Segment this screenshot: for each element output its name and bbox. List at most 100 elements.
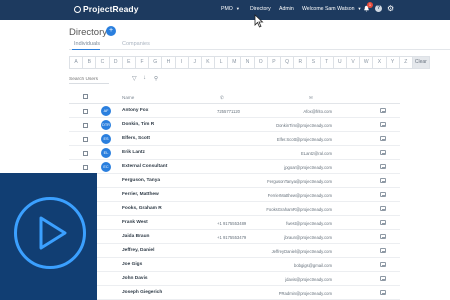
contact-email[interactable]: bobgigs@gmail.com bbox=[294, 263, 332, 268]
contact-email[interactable]: JeffreyDaniel@projectready.com bbox=[272, 249, 332, 254]
nav-directory[interactable]: Directory bbox=[250, 6, 271, 12]
table-row[interactable]: ES Elfers, Scott Elfer.Scott@projectready.… bbox=[69, 132, 400, 146]
table-row[interactable]: DTR Donkin, Tim R DonkinTim@projectready.c… bbox=[69, 118, 400, 132]
contact-name[interactable]: Ferguson, Tanya bbox=[122, 178, 160, 183]
alphabet-letter-m[interactable]: M bbox=[227, 56, 242, 69]
alphabet-letter-r[interactable]: R bbox=[293, 56, 308, 69]
alphabet-letter-p[interactable]: P bbox=[266, 56, 281, 69]
gear-icon[interactable]: ⚙ bbox=[387, 4, 394, 13]
column-header-name[interactable]: Name bbox=[122, 95, 134, 100]
video-overlay[interactable] bbox=[0, 173, 97, 300]
alphabet-letter-s[interactable]: S bbox=[306, 56, 321, 69]
alphabet-letter-b[interactable]: B bbox=[82, 56, 97, 69]
alphabet-letter-q[interactable]: Q bbox=[280, 56, 295, 69]
nav-pmo[interactable]: PMO ▼ bbox=[221, 6, 240, 12]
contact-email[interactable]: PRadmin@projectready.com bbox=[279, 291, 332, 296]
alphabet-letter-z[interactable]: Z bbox=[398, 56, 413, 69]
table-row[interactable]: Joseph Giegerich PRadmin@projectready.com bbox=[69, 286, 400, 300]
phone-column-icon[interactable]: ✆ bbox=[220, 95, 224, 101]
tab-individuals[interactable]: Individuals bbox=[74, 41, 100, 47]
help-icon[interactable]: ? bbox=[375, 5, 382, 12]
contact-name[interactable]: Fooks, Graham R bbox=[122, 206, 162, 211]
alphabet-letter-t[interactable]: T bbox=[319, 56, 334, 69]
alphabet-letter-k[interactable]: K bbox=[200, 56, 216, 69]
alphabet-letter-w[interactable]: W bbox=[359, 56, 374, 69]
contact-card-icon[interactable] bbox=[380, 178, 386, 183]
contact-name[interactable]: John Davis bbox=[122, 276, 148, 281]
contact-name[interactable]: Antony Fox bbox=[122, 108, 148, 113]
alphabet-letter-g[interactable]: G bbox=[148, 56, 163, 69]
alphabet-letter-f[interactable]: F bbox=[134, 56, 150, 69]
contact-card-icon[interactable] bbox=[380, 108, 386, 113]
contact-card-icon[interactable] bbox=[380, 192, 386, 197]
select-all-checkbox[interactable] bbox=[83, 94, 88, 99]
contact-card-icon[interactable] bbox=[380, 150, 386, 155]
alphabet-letter-v[interactable]: V bbox=[345, 56, 361, 69]
alphabet-letter-u[interactable]: U bbox=[332, 56, 347, 69]
row-checkbox[interactable] bbox=[83, 136, 88, 142]
contact-name[interactable]: Elfers, Scott bbox=[122, 136, 150, 141]
contact-email[interactable]: jbraun@projectready.com bbox=[284, 235, 332, 240]
table-row[interactable]: Ferrier, Matthew FerrierMatthew@projectre… bbox=[69, 188, 400, 202]
nav-user-menu[interactable]: Welcome Sam Watson ▼ bbox=[302, 6, 361, 12]
contact-email[interactable]: ELantz@ral.com bbox=[301, 151, 332, 156]
alphabet-letter-y[interactable]: Y bbox=[385, 56, 400, 69]
contact-card-icon[interactable] bbox=[380, 122, 386, 127]
row-checkbox[interactable] bbox=[83, 164, 88, 170]
alphabet-letter-o[interactable]: O bbox=[253, 56, 268, 69]
alphabet-letter-h[interactable]: H bbox=[161, 56, 176, 69]
search-input[interactable] bbox=[69, 76, 109, 84]
contact-card-icon[interactable] bbox=[380, 276, 386, 281]
contact-name[interactable]: Erik Lantz bbox=[122, 150, 145, 155]
row-checkbox[interactable] bbox=[83, 150, 88, 156]
table-row[interactable]: Fooks, Graham R FooksGrahamR@projectready… bbox=[69, 202, 400, 216]
alphabet-letter-c[interactable]: C bbox=[95, 56, 110, 69]
contact-card-icon[interactable] bbox=[380, 234, 386, 239]
contact-name[interactable]: Ferrier, Matthew bbox=[122, 192, 159, 197]
table-row[interactable]: EC External Consultant jpgoar@projectready… bbox=[69, 160, 400, 174]
contact-card-icon[interactable] bbox=[380, 248, 386, 253]
email-column-icon[interactable]: ✉ bbox=[309, 95, 313, 101]
sort-icon[interactable]: ↓ bbox=[143, 75, 146, 81]
alphabet-letter-l[interactable]: L bbox=[214, 56, 229, 69]
table-row[interactable]: Jeffrey, Daniel JeffreyDaniel@projectread… bbox=[69, 244, 400, 258]
alphabet-letter-n[interactable]: N bbox=[240, 56, 255, 69]
alphabet-letter-d[interactable]: D bbox=[108, 56, 123, 69]
contact-name[interactable]: Donkin, Tim R bbox=[122, 122, 154, 127]
contact-email[interactable]: fwest@projectready.com bbox=[286, 221, 332, 226]
table-row[interactable]: EL Erik Lantz ELantz@ral.com bbox=[69, 146, 400, 160]
contact-name[interactable]: Frank West bbox=[122, 220, 148, 225]
alphabet-letter-e[interactable]: E bbox=[121, 56, 136, 69]
alphabet-letter-i[interactable]: I bbox=[174, 56, 189, 69]
settings-filter-icon[interactable]: ⚲ bbox=[154, 76, 158, 82]
alphabet-letter-a[interactable]: A bbox=[69, 56, 84, 69]
contact-card-icon[interactable] bbox=[380, 262, 386, 267]
contact-name[interactable]: External Consultant bbox=[122, 164, 167, 169]
app-logo[interactable]: ProjectReady bbox=[74, 4, 139, 14]
contact-card-icon[interactable] bbox=[380, 290, 386, 295]
add-contact-button[interactable]: + bbox=[106, 26, 116, 36]
table-row[interactable]: Frank West +1 9175553489 fwest@projectread… bbox=[69, 216, 400, 230]
contact-email[interactable]: Afox@frito.com bbox=[303, 109, 332, 114]
contact-card-icon[interactable] bbox=[380, 136, 386, 141]
contact-email[interactable]: Elfer.Scott@projectready.com bbox=[277, 137, 332, 142]
contact-email[interactable]: DonkinTim@projectready.com bbox=[276, 123, 332, 128]
row-checkbox[interactable] bbox=[83, 122, 88, 128]
table-row[interactable]: AF Antony Fox 7255771120 Afox@frito.com bbox=[69, 104, 400, 118]
alphabet-letter-j[interactable]: J bbox=[187, 56, 202, 69]
contact-name[interactable]: Jaida Braun bbox=[122, 234, 149, 239]
row-checkbox[interactable] bbox=[83, 108, 88, 114]
contact-email[interactable]: FooksGrahamR@projectready.com bbox=[266, 207, 332, 212]
contact-card-icon[interactable] bbox=[380, 206, 386, 211]
contact-email[interactable]: FerrierMatthew@projectready.com bbox=[268, 193, 332, 198]
filter-icon[interactable]: ▽ bbox=[132, 75, 137, 82]
nav-admin[interactable]: Admin bbox=[279, 6, 294, 12]
table-row[interactable]: John Davis jdavis@projectready.com bbox=[69, 272, 400, 286]
alphabet-clear-button[interactable]: Clear bbox=[411, 56, 430, 69]
contact-email[interactable]: jdavis@projectready.com bbox=[285, 277, 332, 282]
tab-companies[interactable]: Companies bbox=[122, 41, 150, 47]
table-row[interactable]: Joe Gigs bobgigs@gmail.com bbox=[69, 258, 400, 272]
alphabet-letter-x[interactable]: X bbox=[372, 56, 387, 69]
contact-card-icon[interactable] bbox=[380, 220, 386, 225]
contact-name[interactable]: Jeffrey, Daniel bbox=[122, 248, 154, 253]
